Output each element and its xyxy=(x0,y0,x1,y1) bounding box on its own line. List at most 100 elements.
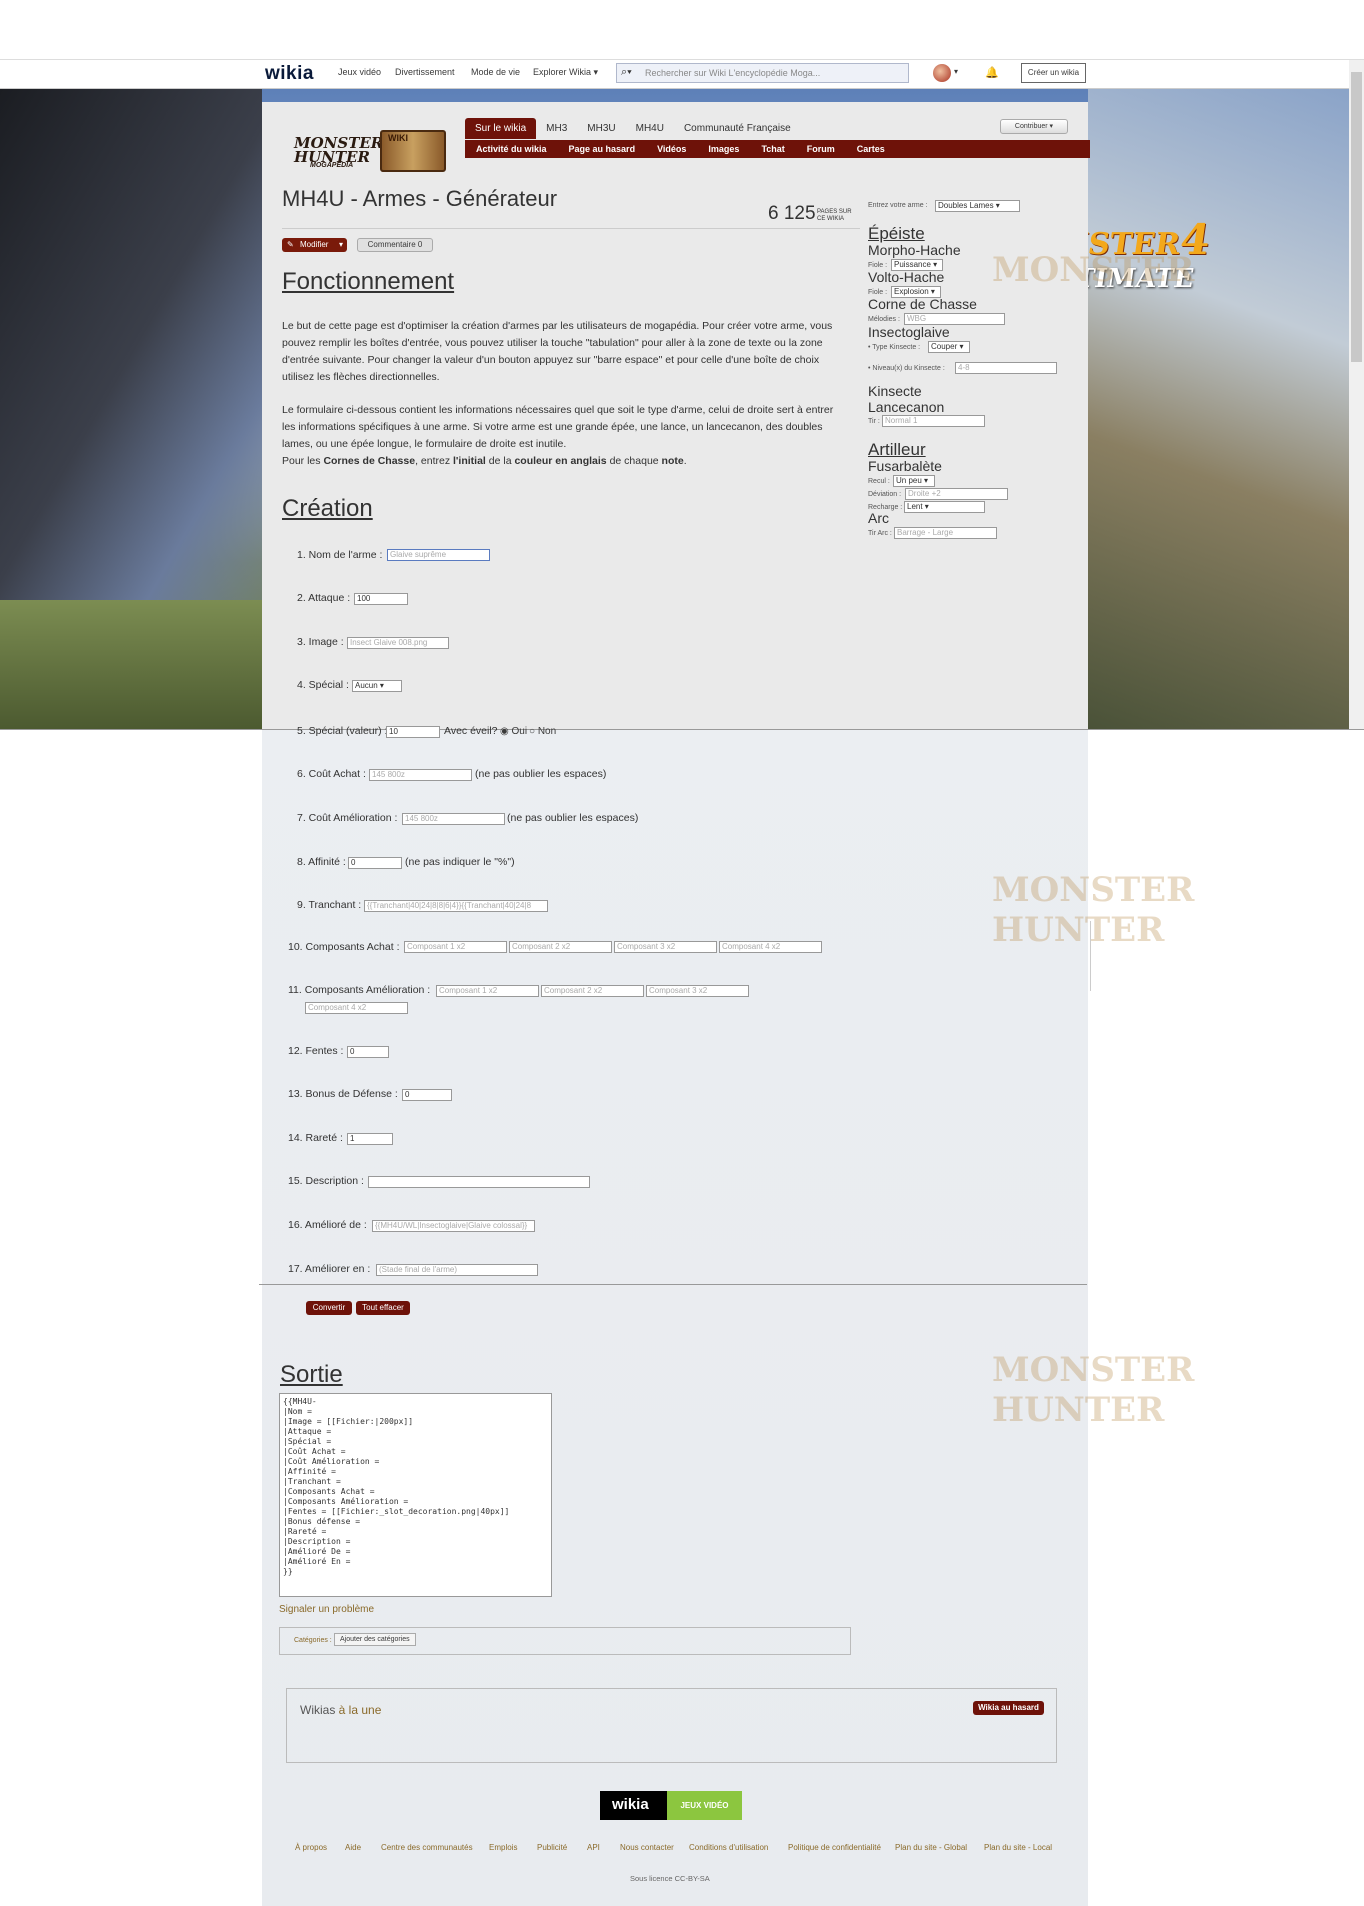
subnav-forum[interactable]: Forum xyxy=(796,140,846,158)
watermark: MONSTER HUNTER xyxy=(992,870,1195,950)
footer-link[interactable]: Plan du site - Local xyxy=(984,1843,1052,1852)
name-input[interactable]: Glaive suprême xyxy=(387,549,490,561)
scrollbar[interactable] xyxy=(1349,60,1364,730)
tab-sur-le-wikia[interactable]: Sur le wikia xyxy=(465,118,537,139)
upgrade-component-input[interactable]: Composant 2 x2 xyxy=(541,985,644,997)
weapon-morpho-hache: Morpho-Hache xyxy=(868,242,961,258)
bell-icon[interactable]: 🔔 xyxy=(985,66,999,79)
footer-link[interactable]: Politique de confidentialité xyxy=(788,1843,881,1852)
report-link[interactable]: Signaler un problème xyxy=(279,1604,374,1615)
tir-input[interactable]: Normal 1 xyxy=(882,415,985,427)
slots-input[interactable]: 0 xyxy=(347,1046,389,1058)
radio-non[interactable]: ○ Non xyxy=(529,726,556,737)
footer-link[interactable]: Conditions d'utilisation xyxy=(689,1843,768,1852)
add-categories-button[interactable]: Ajouter des catégories xyxy=(334,1633,416,1646)
subnav-videos[interactable]: Vidéos xyxy=(646,140,697,158)
weapon-lancecanon: Lancecanon xyxy=(868,399,945,415)
chevron-down-icon[interactable]: ▾ xyxy=(339,238,343,252)
buy-component-input[interactable]: Composant 1 x2 xyxy=(404,941,507,953)
search-icon[interactable]: ⌕▾ xyxy=(621,66,632,79)
subnav-activite[interactable]: Activité du wikia xyxy=(465,140,558,158)
watermark: MONSTER xyxy=(992,250,1195,290)
field-label: • Niveau(x) du Kinsecte : xyxy=(868,365,945,372)
footer-link[interactable]: Plan du site - Global xyxy=(895,1843,967,1852)
buy-component-input[interactable]: Composant 4 x2 xyxy=(719,941,822,953)
subnav-cartes[interactable]: Cartes xyxy=(846,140,896,158)
wikia-logo[interactable]: wikia xyxy=(265,63,314,85)
subnav-hasard[interactable]: Page au hasard xyxy=(558,140,647,158)
upgrade-component-input[interactable]: Composant 1 x2 xyxy=(436,985,539,997)
field-label: 4. Spécial : xyxy=(297,679,349,691)
weapon-insectoglaive: Insectoglaive xyxy=(868,324,950,340)
nav-explorer[interactable]: Explorer Wikia ▾ xyxy=(533,67,598,78)
recharge-select[interactable]: Lent ▾ xyxy=(904,501,985,513)
scrollbar-thumb[interactable] xyxy=(1351,72,1362,362)
footer-link[interactable]: Emplois xyxy=(489,1843,517,1852)
heading-epeiste: Épéiste xyxy=(868,224,925,243)
tab-communaute[interactable]: Communauté Française xyxy=(674,118,801,139)
field-label: 6. Coût Achat : xyxy=(297,768,366,780)
contribute-button[interactable]: Contribuer ▾ xyxy=(1000,119,1068,134)
image-input[interactable]: Insect Glaive 008.png xyxy=(347,637,449,649)
subnav-tchat[interactable]: Tchat xyxy=(750,140,795,158)
output-textarea[interactable]: {{MH4U- |Nom = |Image = [[Fichier:|200px… xyxy=(279,1393,552,1597)
weapon-kinsecte: Kinsecte xyxy=(868,383,922,399)
modify-button[interactable]: ✎ Modifier ▾ xyxy=(282,238,347,252)
buy-component-input[interactable]: Composant 3 x2 xyxy=(614,941,717,953)
footer-link[interactable]: Nous contacter xyxy=(620,1843,674,1852)
comment-button[interactable]: Commentaire 0 xyxy=(357,238,433,252)
avatar[interactable] xyxy=(933,64,951,82)
wiki-logo-text[interactable]: MONSTER HUNTER xyxy=(294,136,383,165)
random-wiki-button[interactable]: Wikia au hasard xyxy=(973,1701,1044,1715)
nav-divertissement[interactable]: Divertissement xyxy=(395,67,455,77)
upgrade-component-input[interactable]: Composant 4 x2 xyxy=(305,1002,408,1014)
cost-upgrade-input[interactable]: 145 800z xyxy=(402,813,505,825)
attack-input[interactable]: 100 xyxy=(354,593,408,605)
recul-select[interactable]: Un peu ▾ xyxy=(893,475,935,487)
deviation-input[interactable]: Droite +2 xyxy=(905,488,1008,500)
weapon-arc: Arc xyxy=(868,510,889,526)
tab-mh3u[interactable]: MH3U xyxy=(577,118,625,139)
cost-buy-input[interactable]: 145 800z xyxy=(369,769,472,781)
footer-link[interactable]: À propos xyxy=(295,1843,327,1852)
nav-jeux-video[interactable]: Jeux vidéo xyxy=(338,67,381,77)
footer-link[interactable]: Centre des communautés xyxy=(381,1843,473,1852)
upgraded-from-input[interactable]: {{MH4U/WL|Insectoglaive|Glaive colossal}… xyxy=(372,1220,535,1232)
footer-link[interactable]: Aide xyxy=(345,1843,361,1852)
search-input[interactable]: Rechercher sur Wiki L'encyclopédie Moga.… xyxy=(616,63,909,83)
convert-button[interactable]: Convertir xyxy=(306,1301,352,1315)
kinsecte-level-input[interactable]: 4-8 xyxy=(955,362,1057,374)
chevron-down-icon[interactable]: ▾ xyxy=(954,67,958,76)
create-wiki-button[interactable]: Créer un wikia xyxy=(1021,63,1086,83)
upgrade-to-input[interactable]: (Stade final de l'arme) xyxy=(376,1264,538,1276)
field-label: 1. Nom de l'arme : xyxy=(297,549,383,561)
field-label: 10. Composants Achat : xyxy=(288,941,400,953)
rarity-input[interactable]: 1 xyxy=(347,1133,393,1145)
tab-mh4u[interactable]: MH4U xyxy=(626,118,674,139)
heading-sortie: Sortie xyxy=(280,1361,343,1388)
license[interactable]: Sous licence CC-BY-SA xyxy=(630,1874,710,1883)
grass-art xyxy=(0,600,262,729)
footer-link[interactable]: Publicité xyxy=(537,1843,567,1852)
field-label: Tir Arc : xyxy=(868,530,892,537)
sharpness-input[interactable]: {{Tranchant|40|24|8|8|6|4}}{{Tranchant|4… xyxy=(364,900,548,912)
upgrade-component-input[interactable]: Composant 3 x2 xyxy=(646,985,749,997)
buy-component-input[interactable]: Composant 2 x2 xyxy=(509,941,612,953)
radio-oui[interactable]: ◉ Oui xyxy=(500,726,527,737)
weapon-select[interactable]: Doubles Lames ▾ xyxy=(935,200,1020,212)
tab-mh3[interactable]: MH3 xyxy=(536,118,577,139)
special-select[interactable]: Aucun ▾ xyxy=(352,680,402,692)
footer-logo[interactable]: wikia JEUX VIDÉO xyxy=(600,1791,742,1820)
nav-mode-de-vie[interactable]: Mode de vie xyxy=(471,67,520,77)
footer-link[interactable]: API xyxy=(587,1843,600,1852)
book-icon[interactable]: WIKI xyxy=(380,130,446,172)
kinsecte-type-select[interactable]: Couper ▾ xyxy=(928,341,970,353)
description-input[interactable] xyxy=(368,1176,590,1188)
subnav-images[interactable]: Images xyxy=(697,140,750,158)
field-label: Fiole : xyxy=(868,289,888,296)
tir-arc-input[interactable]: Barrage - Large xyxy=(894,527,997,539)
clear-button[interactable]: Tout effacer xyxy=(356,1301,410,1315)
defense-input[interactable]: 0 xyxy=(402,1089,452,1101)
special-value-input[interactable]: 10 xyxy=(386,726,440,738)
affinity-input[interactable]: 0 xyxy=(348,857,402,869)
